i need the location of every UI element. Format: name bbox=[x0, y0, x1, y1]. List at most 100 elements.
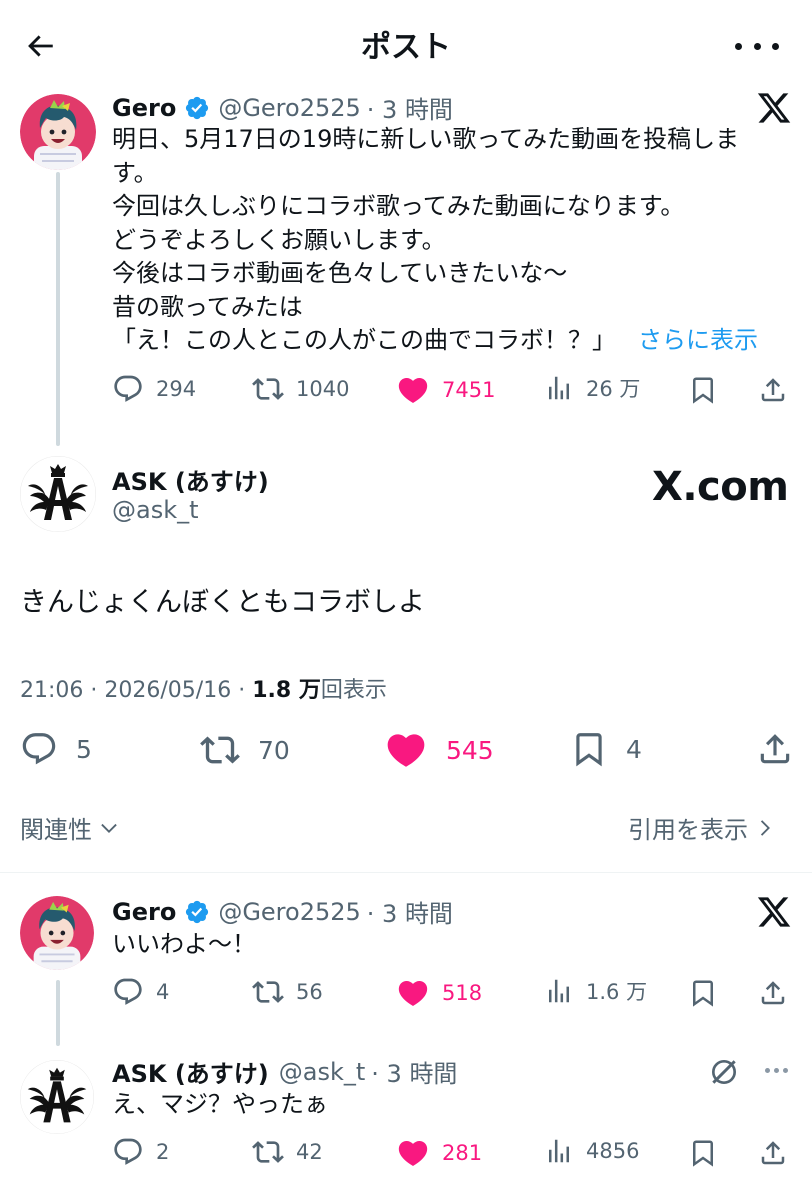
reply-count: 5 bbox=[76, 734, 92, 764]
like-button[interactable]: 281 bbox=[396, 1136, 482, 1170]
reply-count: 4 bbox=[156, 980, 170, 1004]
share-button[interactable] bbox=[756, 373, 790, 407]
reply-button[interactable]: 4 bbox=[112, 976, 169, 1008]
bookmark-icon bbox=[688, 978, 718, 1008]
view-count: 1.8 万 bbox=[252, 678, 321, 703]
like-count: 7451 bbox=[442, 378, 496, 402]
repost-button[interactable]: 42 bbox=[252, 1136, 323, 1168]
dot-icon bbox=[772, 42, 779, 50]
main-post-author: ASK (あすけ) bbox=[112, 462, 269, 497]
bookmark-button[interactable]: 4 bbox=[570, 730, 642, 768]
like-button[interactable]: 545 bbox=[384, 728, 494, 772]
reply-icon bbox=[20, 730, 58, 768]
author-name[interactable]: Gero bbox=[112, 94, 176, 122]
share-icon bbox=[756, 730, 794, 768]
grok-icon bbox=[708, 1056, 740, 1088]
reply-count: 2 bbox=[156, 1140, 170, 1164]
author-handle[interactable]: @Gero2525 bbox=[218, 94, 360, 122]
like-button[interactable]: 518 bbox=[396, 976, 482, 1010]
author-name[interactable]: ASK (あすけ) bbox=[112, 1054, 269, 1089]
bookmark-button[interactable] bbox=[686, 976, 720, 1010]
verified-badge-icon bbox=[184, 899, 210, 925]
author-handle[interactable]: @ask_t bbox=[279, 1058, 366, 1086]
repost-count: 56 bbox=[296, 980, 323, 1004]
main-post-handle-row: @ask_t bbox=[112, 496, 199, 524]
bookmark-count: 4 bbox=[626, 734, 642, 764]
ask-avatar[interactable] bbox=[20, 1060, 94, 1134]
more-options-button[interactable] bbox=[735, 36, 779, 56]
reply-text: え、マジ？やったぁ bbox=[112, 1090, 328, 1118]
view-quotes-link[interactable]: 引用を表示 bbox=[628, 810, 776, 845]
thread-line bbox=[56, 980, 60, 1046]
repost-icon bbox=[200, 730, 240, 770]
more-options-button[interactable] bbox=[758, 1060, 794, 1080]
reply-count: 294 bbox=[156, 377, 197, 401]
dot-icon bbox=[782, 1067, 788, 1073]
views-icon bbox=[544, 373, 574, 403]
repost-button[interactable]: 1040 bbox=[252, 373, 349, 405]
heart-icon bbox=[396, 976, 430, 1010]
repost-button[interactable]: 56 bbox=[252, 976, 323, 1008]
reply-button[interactable]: 294 bbox=[112, 373, 196, 405]
repost-count: 1040 bbox=[296, 377, 350, 401]
views-count: 26 万 bbox=[586, 377, 641, 401]
share-icon bbox=[758, 1138, 788, 1168]
text-line: 昔の歌ってみたは bbox=[112, 292, 303, 321]
thread-line bbox=[56, 172, 60, 446]
x-logo-icon bbox=[756, 894, 792, 930]
share-icon bbox=[758, 978, 788, 1008]
post-time[interactable]: · 3 時間 bbox=[371, 1054, 457, 1089]
show-more-link[interactable]: さらに表示 bbox=[638, 326, 758, 354]
view-label: 回表示 bbox=[320, 678, 387, 703]
bookmark-button[interactable] bbox=[686, 373, 720, 407]
views-button[interactable]: 4856 bbox=[544, 1136, 639, 1166]
parent-post-header: Gero @Gero2525 · 3 時間 bbox=[112, 90, 453, 125]
reply-text: いいわよ〜！ bbox=[112, 930, 256, 958]
reply-button[interactable]: 2 bbox=[112, 1136, 169, 1168]
main-post-text: きんじょくんぼくともコラボしよ bbox=[20, 587, 425, 618]
repost-icon bbox=[252, 373, 284, 405]
bookmark-icon bbox=[688, 1138, 718, 1168]
page-title: ポスト bbox=[361, 30, 451, 65]
author-handle[interactable]: @Gero2525 bbox=[218, 898, 360, 926]
share-icon bbox=[758, 375, 788, 405]
bookmark-button[interactable] bbox=[686, 1136, 720, 1170]
dot-icon bbox=[764, 1067, 770, 1073]
views-count: 4856 bbox=[586, 1139, 640, 1163]
ask-avatar[interactable] bbox=[20, 456, 96, 532]
like-button[interactable]: 7451 bbox=[396, 373, 495, 407]
author-name[interactable]: Gero bbox=[112, 898, 176, 926]
share-button[interactable] bbox=[754, 728, 796, 770]
gero-avatar[interactable] bbox=[20, 94, 96, 170]
repost-count: 70 bbox=[258, 735, 290, 765]
views-icon bbox=[544, 1136, 574, 1166]
share-button[interactable] bbox=[756, 1136, 790, 1170]
x-logo-icon bbox=[756, 90, 792, 126]
relevance-sort-button[interactable]: 関連性 bbox=[20, 810, 120, 845]
text-line: 今回は久しぶりにコラボ歌ってみた動画になります。 bbox=[112, 192, 685, 220]
relevance-label: 関連性 bbox=[20, 816, 92, 844]
top-bar: ポスト bbox=[0, 0, 812, 90]
chevron-right-icon bbox=[760, 819, 770, 836]
repost-icon bbox=[252, 1136, 284, 1168]
x-com-watermark: X.com bbox=[652, 464, 789, 510]
heart-icon bbox=[384, 728, 428, 772]
text-line: す。 bbox=[112, 158, 158, 187]
post-date[interactable]: 2026/05/16 bbox=[104, 678, 231, 703]
views-button[interactable]: 26 万 bbox=[544, 373, 640, 403]
gero-avatar[interactable] bbox=[20, 896, 94, 970]
post-time[interactable]: · 3 時間 bbox=[367, 894, 453, 929]
reply-header: ASK (あすけ) @ask_t · 3 時間 bbox=[112, 1054, 457, 1089]
text-line: 今後はコラボ動画を色々していきたいな〜 bbox=[112, 259, 568, 287]
parent-post-text: 明日、5月17日の19時に新しい歌ってみた動画を投稿しま す。 今回は久しぶりに… bbox=[112, 123, 758, 358]
verified-badge-icon bbox=[184, 95, 210, 121]
grok-button[interactable] bbox=[704, 1052, 744, 1092]
repost-button[interactable]: 70 bbox=[200, 730, 290, 770]
post-time[interactable]: 21:06 bbox=[20, 678, 83, 703]
author-name[interactable]: ASK (あすけ) bbox=[112, 462, 269, 497]
author-handle[interactable]: @ask_t bbox=[112, 496, 199, 524]
share-button[interactable] bbox=[756, 976, 790, 1010]
views-button[interactable]: 1.6 万 bbox=[544, 976, 647, 1006]
reply-button[interactable]: 5 bbox=[20, 730, 92, 768]
post-time[interactable]: · 3 時間 bbox=[367, 90, 453, 125]
